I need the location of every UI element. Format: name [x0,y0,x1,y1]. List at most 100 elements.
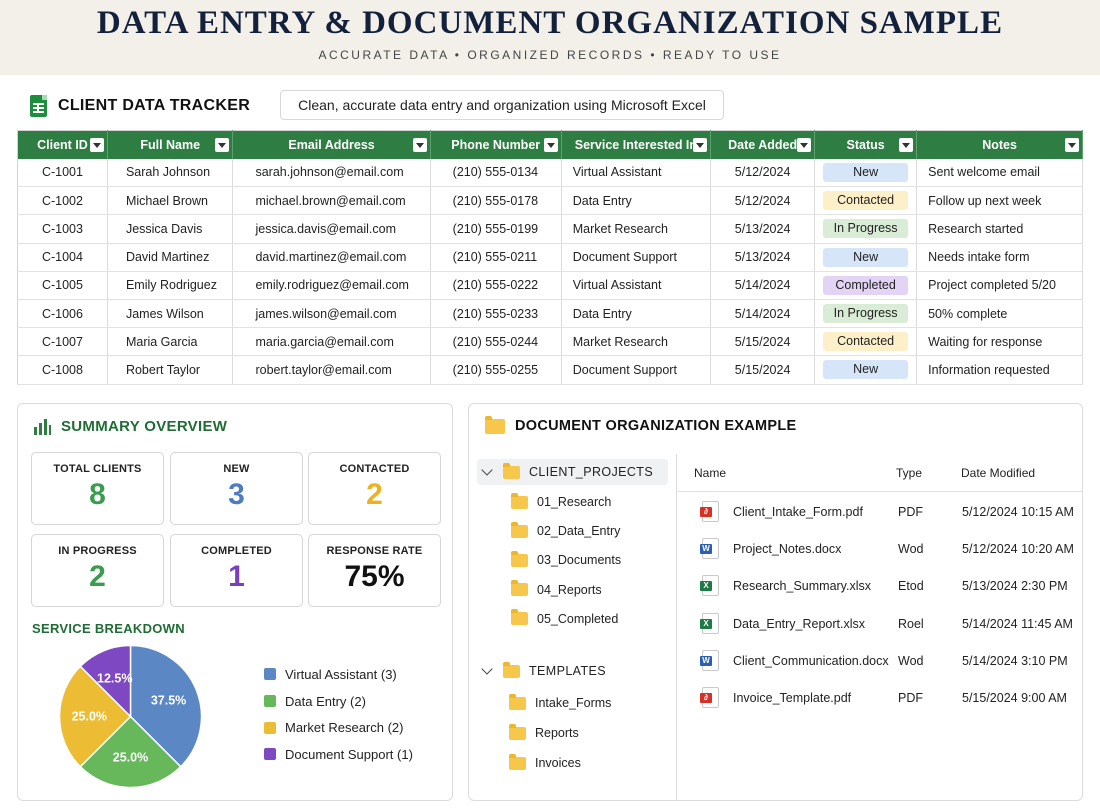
email-cell[interactable]: david.martinez@email.com [232,243,431,272]
filter-dropdown-icon[interactable] [899,138,914,152]
name-cell[interactable]: Maria Garcia [107,327,234,357]
table-row[interactable]: C-1004 David Martinez david.martinez@email… [17,243,1083,272]
name-cell[interactable]: Emily Rodriguez [107,271,234,300]
service-cell[interactable]: Market Research [561,327,712,357]
table-row[interactable]: C-1008 Robert Taylor robert.taylor@email.c… [17,355,1083,385]
date-cell[interactable]: 5/15/2024 [710,355,816,385]
status-cell[interactable]: New [814,243,918,272]
status-cell[interactable]: New [814,355,918,385]
name-cell[interactable]: David Martinez [107,243,234,272]
notes-cell[interactable]: Waiting for response [916,327,1083,357]
phone-cell[interactable]: (210) 555-0211 [430,243,562,272]
file-row[interactable]: ∂ Client_Intake_Form.pdf PDF 5/12/2024 10:1… [678,494,1082,531]
notes-cell[interactable]: Research started [916,214,1083,244]
column-name[interactable]: Name [694,466,726,480]
status-cell[interactable]: New [814,158,918,188]
table-row[interactable]: C-1005 Emily Rodriguez emily.rodriguez@ema… [17,271,1083,300]
folder-tree-root[interactable]: CLIENT_PROJECTS [477,459,668,485]
filter-dropdown-icon[interactable] [797,138,812,152]
column-header[interactable]: Date Added [710,130,816,159]
column-type[interactable]: Type [896,466,922,480]
filter-dropdown-icon[interactable] [1065,138,1079,152]
client-id-cell[interactable]: C-1005 [17,271,108,300]
date-cell[interactable]: 5/15/2024 [710,327,816,357]
filter-dropdown-icon[interactable] [89,138,104,152]
phone-cell[interactable]: (210) 555-0233 [430,299,562,329]
phone-cell[interactable]: (210) 555-0178 [430,186,562,216]
date-cell[interactable]: 5/13/2024 [710,214,816,244]
name-cell[interactable]: Jessica Davis [107,214,234,244]
chevron-down-icon[interactable] [481,663,493,675]
notes-cell[interactable]: Sent welcome email [916,158,1083,188]
folder-tree-item[interactable]: 02_Data_Entry [511,518,620,544]
email-cell[interactable]: emily.rodriguez@email.com [232,271,431,300]
phone-cell[interactable]: (210) 555-0134 [430,158,562,188]
folder-tree-item[interactable]: 05_Completed [511,606,618,632]
date-cell[interactable]: 5/12/2024 [710,186,816,216]
phone-cell[interactable]: (210) 555-0244 [430,327,562,357]
chevron-down-icon[interactable] [481,464,493,476]
client-id-cell[interactable]: C-1006 [17,299,108,329]
table-row[interactable]: C-1001 Sarah Johnson sarah.johnson@email.c… [17,158,1083,188]
file-row[interactable]: W Project_Notes.docx Wod 5/12/2024 10:20 AM [678,531,1082,568]
client-id-cell[interactable]: C-1003 [17,214,108,244]
folder-tree-item[interactable]: 03_Documents [511,547,621,573]
phone-cell[interactable]: (210) 555-0199 [430,214,562,244]
client-id-cell[interactable]: C-1004 [17,243,108,272]
service-cell[interactable]: Virtual Assistant [561,271,712,300]
email-cell[interactable]: michael.brown@email.com [232,186,431,216]
client-id-cell[interactable]: C-1008 [17,355,108,385]
phone-cell[interactable]: (210) 555-0255 [430,355,562,385]
email-cell[interactable]: james.wilson@email.com [232,299,431,329]
status-cell[interactable]: Completed [814,271,918,300]
column-date-modified[interactable]: Date Modified [961,466,1035,480]
service-cell[interactable]: Data Entry [561,299,712,329]
column-header[interactable]: Status [814,130,918,159]
service-cell[interactable]: Virtual Assistant [561,158,712,188]
date-cell[interactable]: 5/12/2024 [710,158,816,188]
file-row[interactable]: X Research_Summary.xlsx Etod 5/13/2024 2:30… [678,568,1082,605]
table-row[interactable]: C-1007 Maria Garcia maria.garcia@email.com… [17,327,1083,357]
filter-dropdown-icon[interactable] [412,138,427,152]
folder-tree-item[interactable]: Intake_Forms [509,690,611,716]
status-cell[interactable]: Contacted [814,186,918,216]
date-cell[interactable]: 5/14/2024 [710,271,816,300]
email-cell[interactable]: jessica.davis@email.com [232,214,431,244]
notes-cell[interactable]: 50% complete [916,299,1083,329]
folder-tree-item[interactable]: Reports [509,720,579,746]
file-row[interactable]: W Client_Communication.docx Wod 5/14/2024 3… [678,643,1082,680]
filter-dropdown-icon[interactable] [215,138,230,152]
status-cell[interactable]: In Progress [814,299,918,329]
date-cell[interactable]: 5/14/2024 [710,299,816,329]
name-cell[interactable]: Robert Taylor [107,355,234,385]
column-header[interactable]: Full Name [107,130,234,159]
filter-dropdown-icon[interactable] [543,138,558,152]
column-header[interactable]: Notes [916,130,1083,159]
email-cell[interactable]: robert.taylor@email.com [232,355,431,385]
table-row[interactable]: C-1002 Michael Brown michael.brown@email.c… [17,186,1083,216]
status-cell[interactable]: Contacted [814,327,918,357]
notes-cell[interactable]: Information requested [916,355,1083,385]
column-header[interactable]: Client ID [17,130,108,159]
name-cell[interactable]: James Wilson [107,299,234,329]
file-row[interactable]: ∂ Invoice_Template.pdf PDF 5/15/2024 9:00 A… [678,680,1082,717]
column-header[interactable]: Email Address [232,130,431,159]
folder-tree-root[interactable]: TEMPLATES [477,658,627,684]
table-row[interactable]: C-1003 Jessica Davis jessica.davis@email.c… [17,214,1083,244]
notes-cell[interactable]: Needs intake form [916,243,1083,272]
notes-cell[interactable]: Follow up next week [916,186,1083,216]
date-cell[interactable]: 5/13/2024 [710,243,816,272]
service-cell[interactable]: Data Entry [561,186,712,216]
name-cell[interactable]: Michael Brown [107,186,234,216]
email-cell[interactable]: sarah.johnson@email.com [232,158,431,188]
client-id-cell[interactable]: C-1001 [17,158,108,188]
folder-tree-item[interactable]: 04_Reports [511,577,602,603]
name-cell[interactable]: Sarah Johnson [107,158,234,188]
notes-cell[interactable]: Project completed 5/20 [916,271,1083,300]
service-cell[interactable]: Market Research [561,214,712,244]
column-header[interactable]: Phone Number [430,130,562,159]
client-id-cell[interactable]: C-1002 [17,186,108,216]
status-cell[interactable]: In Progress [814,214,918,244]
filter-dropdown-icon[interactable] [693,138,708,152]
phone-cell[interactable]: (210) 555-0222 [430,271,562,300]
